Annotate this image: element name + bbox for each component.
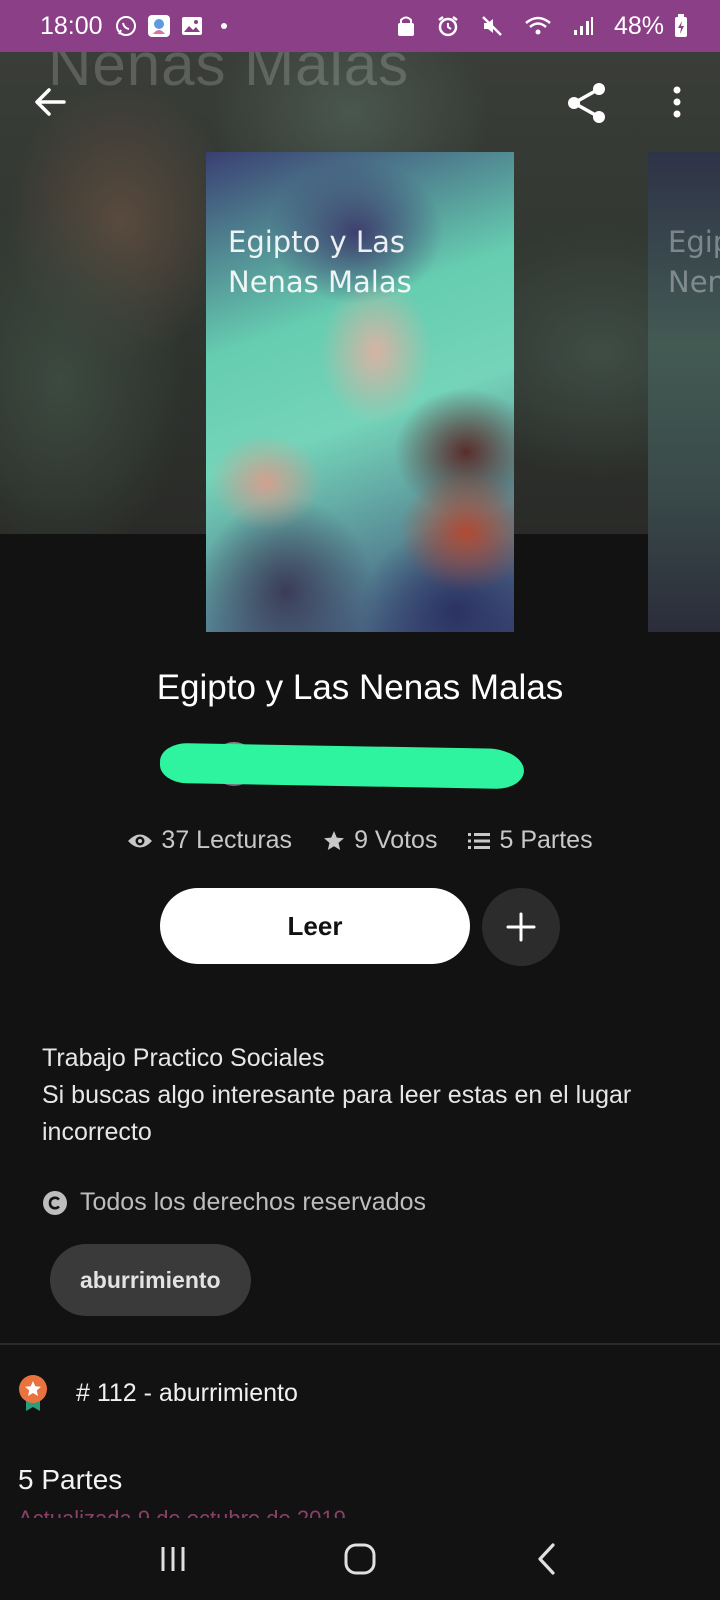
whatsapp-icon [115,15,137,37]
story-cover[interactable]: Egipto y Las Nenas Malas [206,152,514,632]
more-vertical-icon [673,86,681,118]
reads-label: 37 Lecturas [161,826,293,854]
eye-icon [128,834,153,847]
ranking-badge-icon [19,1375,47,1411]
gallery-icon [181,15,203,37]
description-line-2: Si buscas algo interesante para leer est… [42,1081,632,1146]
share-icon [568,83,605,123]
share-button[interactable] [562,78,612,128]
ranking-label: # 112 - aburrimiento [76,1378,298,1407]
copyright-label: Todos los derechos reservados [80,1188,427,1216]
votes-stat: 9 Votos [322,826,437,855]
wifi-icon [524,15,552,37]
recent-apps-icon [161,1547,185,1571]
battery-percent: 48% [613,11,664,40]
parts-section-title: 5 Partes [18,1464,123,1495]
home-icon [344,1543,376,1575]
story-description: Trabajo Practico Sociales Si buscas algo… [42,1040,682,1151]
home-button[interactable] [330,1529,390,1589]
nav-back-icon [538,1543,555,1575]
next-story-cover[interactable]: Egipto y Las Nenas Malas [648,152,720,632]
star-icon [324,830,345,850]
story-stats: 37 Lecturas 9 Votos 5 Partes [0,826,720,855]
more-options-button[interactable] [660,80,694,124]
copyright-icon [43,1190,67,1215]
mute-icon [480,14,504,38]
ranking-row[interactable]: # 112 - aburrimiento [18,1374,298,1412]
back-arrow-icon [35,88,66,116]
hero-ghost-title: Nenas Malas [48,52,410,98]
status-time: 18:00 [40,11,103,40]
author-row[interactable] [159,738,525,794]
next-cover-title: Egipto y Las Nenas Malas [668,225,720,299]
app-icon [147,14,171,38]
story-title: Egipto y Las Nenas Malas [156,668,564,707]
votes-label: 9 Votos [354,826,438,854]
section-divider [0,1343,720,1345]
status-bar: 18:00 48% [0,0,720,52]
list-icon [468,832,491,849]
notification-dot-icon [220,23,227,29]
cover-title: Egipto y Las Nenas Malas [228,225,412,299]
author-name-redaction [159,742,525,790]
parts-label: 5 Partes [499,826,593,854]
battery-icon [674,14,688,38]
system-navigation-bar [0,1518,720,1600]
lock-icon [396,15,416,37]
read-button[interactable]: Leer [160,888,470,964]
parts-stat: 5 Partes [467,826,593,855]
tag-chip[interactable]: aburrimiento [50,1244,251,1316]
description-line-1: Trabajo Practico Sociales [42,1044,325,1072]
copyright-row: Todos los derechos reservados [42,1188,426,1217]
add-to-library-button[interactable] [482,888,560,966]
reads-stat: 37 Lecturas [127,826,292,855]
alarm-icon [436,14,460,38]
nav-back-button[interactable] [517,1529,577,1589]
signal-icon [572,15,594,37]
recent-apps-button[interactable] [143,1529,203,1589]
plus-icon [506,912,536,942]
back-button[interactable] [28,80,72,124]
